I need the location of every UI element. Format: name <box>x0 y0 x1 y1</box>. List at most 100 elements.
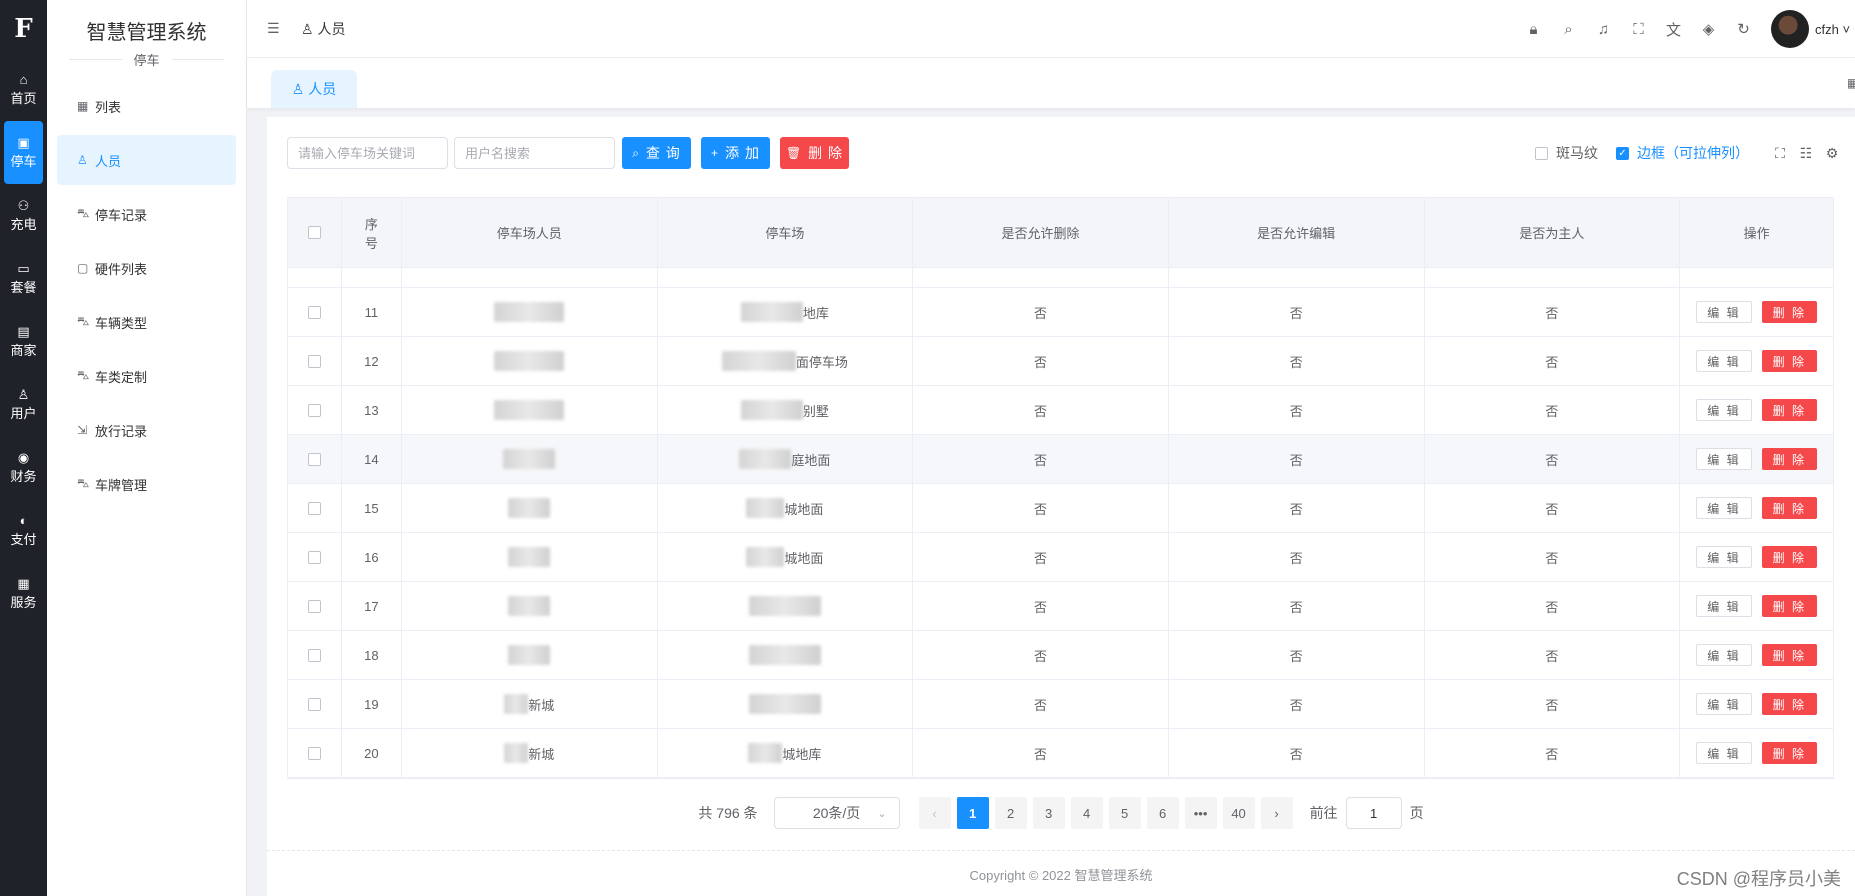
page-button[interactable]: 6 <box>1146 797 1179 829</box>
row-checkbox[interactable] <box>307 501 321 515</box>
rail-item-0[interactable]: ⌂ 首页 <box>0 58 47 121</box>
row-allow-delete: 否 <box>913 484 1169 532</box>
row-checkbox[interactable] <box>307 305 321 319</box>
table-row[interactable]: 15 城地面 否 否 否 编 辑 删 除 <box>288 484 1833 533</box>
lock-icon[interactable]: 🔒︎ <box>1516 21 1551 38</box>
edit-row-button[interactable]: 编 辑 <box>1696 595 1752 617</box>
row-is-owner: 否 <box>1425 631 1681 679</box>
menu-item-label: 车辆类型 <box>95 315 148 331</box>
avatar[interactable] <box>1771 10 1809 48</box>
delete-row-button[interactable]: 删 除 <box>1761 350 1817 372</box>
stripe-checkbox[interactable] <box>1535 146 1548 160</box>
edit-row-button[interactable]: 编 辑 <box>1696 350 1752 372</box>
page-button[interactable]: 4 <box>1070 797 1103 829</box>
menu-item-6[interactable]: ⇲ 放行记录 <box>57 405 236 455</box>
table-row[interactable]: 19 新城 否 否 否 编 辑 删 除 <box>288 680 1833 729</box>
row-checkbox[interactable] <box>307 697 321 711</box>
row-checkbox[interactable] <box>307 452 321 466</box>
menu-item-7[interactable]: ⛍ 车牌管理 <box>57 459 236 509</box>
redacted-block <box>748 694 821 714</box>
rail-item-8[interactable]: ▦ 服务 <box>0 562 47 625</box>
edit-row-button[interactable]: 编 辑 <box>1696 742 1752 764</box>
theme-icon[interactable]: ◈ <box>1691 20 1726 38</box>
menu-item-1[interactable]: ♙ 人员 <box>57 135 236 185</box>
page-button[interactable]: 1 <box>956 797 989 829</box>
menu-item-3[interactable]: ▢ 硬件列表 <box>57 243 236 293</box>
edit-row-button[interactable]: 编 辑 <box>1696 448 1752 470</box>
translate-icon[interactable]: 文 <box>1656 19 1691 40</box>
rail-item-6[interactable]: ◉ 财务 <box>0 436 47 499</box>
table-row[interactable]: 11 地库 否 否 否 编 辑 删 除 <box>288 288 1833 337</box>
row-checkbox[interactable] <box>307 354 321 368</box>
menu-item-5[interactable]: ⛍ 车类定制 <box>57 351 236 401</box>
car-icon: ⛍ <box>77 476 90 490</box>
fullscreen-icon[interactable]: ⛶ <box>1621 21 1656 38</box>
row-checkbox[interactable] <box>307 599 321 613</box>
select-all-checkbox[interactable] <box>307 226 321 239</box>
username-search-input[interactable] <box>454 137 615 169</box>
edit-row-button[interactable]: 编 辑 <box>1696 399 1752 421</box>
fullscreen-icon[interactable]: ⛶ <box>1767 145 1793 162</box>
rail-item-4[interactable]: ▤ 商家 <box>0 310 47 373</box>
edit-row-button[interactable]: 编 辑 <box>1696 693 1752 715</box>
delete-row-button[interactable]: 删 除 <box>1761 693 1817 715</box>
rail-item-2[interactable]: ⚇ 充电 <box>0 184 47 247</box>
prev-page-button[interactable]: ‹ <box>918 797 951 829</box>
delete-row-button[interactable]: 删 除 <box>1761 595 1817 617</box>
row-checkbox[interactable] <box>307 403 321 417</box>
edit-row-button[interactable]: 编 辑 <box>1696 644 1752 666</box>
parking-lot-search-input[interactable] <box>287 137 448 169</box>
page-button[interactable]: 5 <box>1108 797 1141 829</box>
add-button[interactable]: + 添 加 <box>701 137 770 169</box>
page-button[interactable]: 40 <box>1222 797 1255 829</box>
breadcrumb-current: 人员 <box>317 20 346 37</box>
edit-row-button[interactable]: 编 辑 <box>1696 301 1752 323</box>
collapse-menu-icon[interactable]: ☰ <box>267 20 285 37</box>
table-row[interactable]: 14 庭地面 否 否 否 编 辑 删 除 <box>288 435 1833 484</box>
bell-icon[interactable]: ♫ <box>1586 21 1621 38</box>
row-allow-delete: 否 <box>913 288 1169 336</box>
page-button[interactable]: 2 <box>994 797 1027 829</box>
rail-item-label: 商家 <box>10 343 37 358</box>
rail-item-5[interactable]: ♙ 用户 <box>0 373 47 436</box>
query-button[interactable]: ⌕ 查 询 <box>622 137 691 169</box>
rail-item-7[interactable]: ◐ 支付 <box>0 499 47 562</box>
rail-item-1[interactable]: ▣ 停车 <box>4 121 43 184</box>
column-list-icon[interactable]: ☷ <box>1793 145 1819 162</box>
edit-row-button[interactable]: 编 辑 <box>1696 546 1752 568</box>
edit-row-button[interactable]: 编 辑 <box>1696 497 1752 519</box>
settings-icon[interactable]: ⚙ <box>1819 145 1845 162</box>
goto-page-input[interactable] <box>1345 797 1402 829</box>
username-dropdown[interactable]: cfzh ˅ <box>1815 22 1855 37</box>
row-checkbox[interactable] <box>307 746 321 760</box>
rail-item-3[interactable]: ▭ 套餐 <box>0 247 47 310</box>
delete-row-button[interactable]: 删 除 <box>1761 644 1817 666</box>
table-row[interactable]: 20 新城 城地库 否 否 否 编 辑 删 除 <box>288 729 1833 778</box>
row-checkbox[interactable] <box>307 648 321 662</box>
table-row[interactable]: 13 别墅 否 否 否 编 辑 删 除 <box>288 386 1833 435</box>
delete-row-button[interactable]: 删 除 <box>1761 742 1817 764</box>
search-icon[interactable]: ⌕ <box>1551 21 1586 38</box>
table-row[interactable]: 18 否 否 否 编 辑 删 除 <box>288 631 1833 680</box>
menu-item-0[interactable]: ▦ 列表 <box>57 81 236 131</box>
border-checkbox[interactable]: ✓ <box>1616 146 1629 160</box>
more-pages-button[interactable]: ••• <box>1184 797 1217 829</box>
delete-row-button[interactable]: 删 除 <box>1761 546 1817 568</box>
next-page-button[interactable]: › <box>1260 797 1293 829</box>
table-row[interactable]: 17 否 否 否 编 辑 删 除 <box>288 582 1833 631</box>
delete-row-button[interactable]: 删 除 <box>1761 301 1817 323</box>
refresh-icon[interactable]: ↻ <box>1726 20 1761 38</box>
row-checkbox[interactable] <box>307 550 321 564</box>
delete-row-button[interactable]: 删 除 <box>1761 448 1817 470</box>
menu-item-2[interactable]: ⛍ 停车记录 <box>57 189 236 239</box>
page-size-select[interactable]: 20条/页 ⌄ <box>773 797 900 829</box>
delete-row-button[interactable]: 删 除 <box>1761 399 1817 421</box>
page-button[interactable]: 3 <box>1032 797 1065 829</box>
delete-button[interactable]: 🗑︎ 删 除 <box>780 137 849 169</box>
menu-item-4[interactable]: ⛍ 车辆类型 <box>57 297 236 347</box>
table-row[interactable]: 12 面停车场 否 否 否 编 辑 删 除 <box>288 337 1833 386</box>
delete-row-button[interactable]: 删 除 <box>1761 497 1817 519</box>
tab-menu-icon[interactable]: ▦ <box>1847 76 1855 90</box>
tab-person[interactable]: ♙ 人员 <box>271 70 357 108</box>
table-row[interactable]: 16 城地面 否 否 否 编 辑 删 除 <box>288 533 1833 582</box>
